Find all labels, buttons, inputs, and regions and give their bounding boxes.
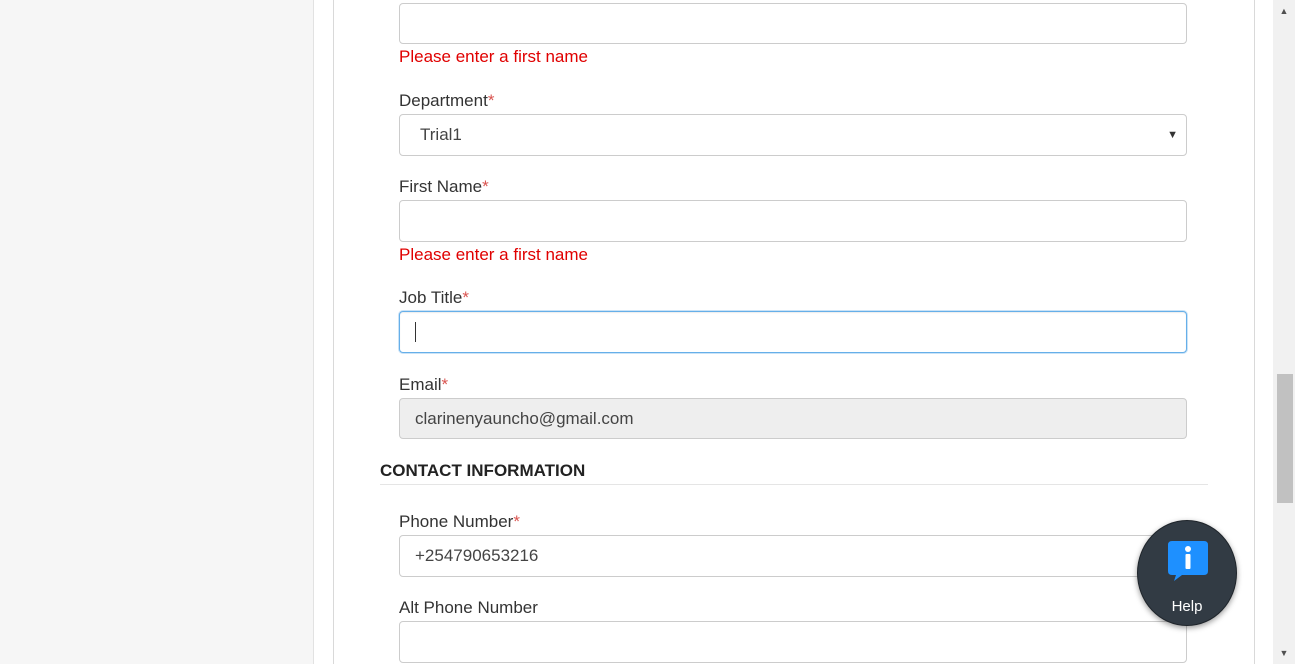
email-field: clarinenyauncho@gmail.com	[399, 398, 1187, 439]
page-gutter	[314, 0, 333, 664]
alt-phone-number-label-text: Alt Phone Number	[399, 598, 538, 617]
info-chat-icon	[1168, 541, 1208, 581]
alt-phone-number-label: Alt Phone Number	[399, 598, 538, 618]
required-marker: *	[487, 91, 495, 110]
scrollbar-thumb[interactable]	[1277, 374, 1293, 503]
required-marker: *	[513, 512, 520, 531]
phone-number-label: Phone Number*	[399, 512, 520, 532]
left-sidebar-area	[0, 0, 314, 664]
contact-information-heading: CONTACT INFORMATION	[380, 461, 586, 480]
help-label: Help	[1171, 598, 1203, 615]
email-value: clarinenyauncho@gmail.com	[415, 409, 634, 428]
top-name-input[interactable]	[399, 3, 1187, 44]
first-name-label-text: First Name	[399, 177, 483, 196]
required-marker: *	[441, 375, 449, 394]
first-name-input[interactable]	[399, 200, 1187, 242]
phone-number-input[interactable]: +254790653216	[399, 535, 1187, 577]
chevron-down-icon: ▼	[1167, 129, 1178, 141]
email-label-text: Email	[399, 375, 442, 394]
required-marker: *	[462, 288, 469, 307]
text-caret	[415, 322, 416, 342]
page: Please enter a first name Department* Tr…	[0, 0, 1295, 664]
page-scrollbar[interactable]: ▲ ▼	[1273, 0, 1295, 664]
email-label: Email*	[399, 375, 448, 395]
first-name-error: Please enter a first name	[399, 245, 588, 264]
department-label: Department*	[399, 91, 494, 111]
department-selected-value: Trial1	[420, 125, 462, 144]
scroll-down-arrow-icon[interactable]: ▼	[1273, 648, 1295, 658]
phone-number-label-text: Phone Number	[399, 512, 514, 531]
phone-number-value: +254790653216	[415, 546, 539, 565]
job-title-input[interactable]	[399, 311, 1187, 353]
section-divider	[380, 484, 1208, 485]
alt-phone-number-input[interactable]	[399, 621, 1187, 663]
page-gutter-right	[1255, 0, 1273, 664]
department-label-text: Department	[399, 91, 488, 110]
scroll-up-arrow-icon[interactable]: ▲	[1273, 6, 1295, 16]
first-name-label: First Name*	[399, 177, 489, 197]
department-select[interactable]: Trial1 ▼	[399, 114, 1187, 156]
help-button[interactable]: Help	[1137, 520, 1237, 626]
required-marker: *	[482, 177, 489, 196]
job-title-label-text: Job Title	[399, 288, 463, 307]
job-title-label: Job Title*	[399, 288, 469, 308]
top-name-error: Please enter a first name	[399, 47, 588, 66]
